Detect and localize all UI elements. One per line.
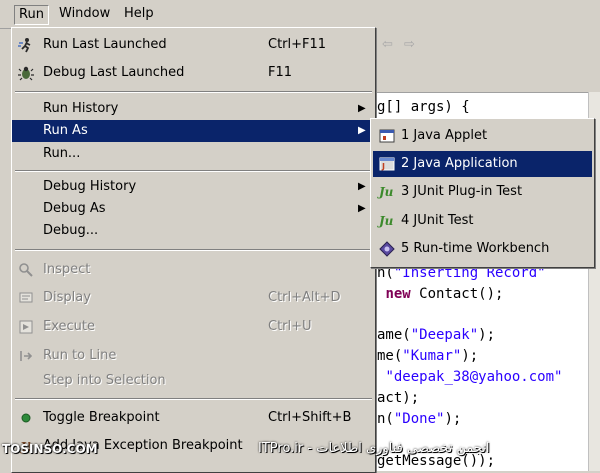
code-line: getMessage());	[377, 453, 496, 469]
submenu-item-java-applet[interactable]: 1 Java Applet	[373, 123, 592, 149]
exception-breakpoint-icon: J!	[18, 438, 34, 454]
menu-separator	[15, 91, 372, 93]
menu-item-run-history[interactable]: Run History ▶	[12, 98, 375, 120]
execute-icon	[18, 319, 34, 335]
menu-run[interactable]: Run	[14, 5, 49, 25]
svg-text:J: J	[381, 162, 385, 171]
menu-item-inspect[interactable]: Inspect	[12, 259, 375, 281]
menu-item-debug-last-launched[interactable]: Debug Last Launched F11	[12, 62, 375, 84]
run-menu: Run Last Launched Ctrl+F11 Debug Last La…	[11, 27, 376, 473]
menu-item-debug-history[interactable]: Debug History ▶	[12, 176, 375, 198]
run-to-line-icon	[18, 348, 34, 364]
back-arrow-icon[interactable]: ⇦	[382, 37, 393, 52]
run-as-submenu: 1 Java Applet J 2 Java Application Ju 3 …	[370, 118, 595, 268]
menu-item-execute[interactable]: Execute Ctrl+U	[12, 316, 375, 338]
submenu-item-junit-plugin-test[interactable]: Ju 3 JUnit Plug-in Test	[373, 179, 592, 205]
code-line: act);	[377, 390, 420, 406]
menu-item-display[interactable]: Display Ctrl+Alt+D	[12, 287, 375, 309]
menu-item-debug-as[interactable]: Debug As ▶	[12, 198, 375, 220]
menu-separator	[15, 170, 372, 172]
toolbar: ⇦ ⇨	[376, 28, 600, 65]
editor-tabstrip	[377, 64, 600, 93]
debug-bug-icon	[18, 65, 34, 81]
svg-text:J!: J!	[20, 440, 32, 454]
junit-plugin-icon: Ju	[379, 185, 394, 199]
breakpoint-dot-icon	[18, 410, 34, 426]
menu-bar: Run Window Help	[0, 0, 600, 29]
code-line: new Contact();	[385, 286, 504, 302]
submenu-item-junit-test[interactable]: Ju 4 JUnit Test	[373, 208, 592, 234]
code-line: g[] args) {	[377, 99, 470, 115]
submenu-item-runtime-workbench[interactable]: 5 Run-time Workbench	[373, 236, 592, 262]
menu-item-run-to-line[interactable]: Run to Line	[12, 345, 375, 367]
menu-item-step-into-selection[interactable]: Step into Selection	[12, 370, 375, 392]
code-line: "deepak_38@yahoo.com"	[385, 369, 563, 385]
menu-separator	[15, 398, 372, 400]
submenu-arrow-icon: ▶	[358, 103, 366, 114]
java-application-icon: J	[379, 156, 395, 172]
submenu-item-java-application[interactable]: J 2 Java Application	[373, 151, 592, 177]
menu-item-run-as[interactable]: Run As ▶	[12, 120, 375, 142]
submenu-arrow-icon: ▶	[358, 203, 366, 214]
menu-item-run-last-launched[interactable]: Run Last Launched Ctrl+F11	[12, 34, 375, 56]
inspect-magnifier-icon	[18, 262, 34, 278]
submenu-arrow-icon: ▶	[358, 181, 366, 192]
run-running-man-icon	[18, 37, 34, 53]
menu-help[interactable]: Help	[120, 5, 158, 23]
code-line: n("Done");	[377, 411, 462, 427]
menu-item-debug-dialog[interactable]: Debug...	[12, 220, 375, 242]
menu-item-add-java-exception-breakpoint[interactable]: J! Add Java Exception Breakpoint	[12, 435, 375, 457]
menu-separator	[15, 249, 372, 251]
submenu-arrow-icon: ▶	[358, 125, 366, 136]
workbench-icon	[379, 241, 395, 257]
menu-item-toggle-breakpoint[interactable]: Toggle Breakpoint Ctrl+Shift+B	[12, 407, 375, 429]
code-line: me("Kumar");	[377, 348, 479, 364]
menu-item-run-dialog[interactable]: Run...	[12, 143, 375, 165]
java-applet-icon	[379, 128, 395, 144]
junit-icon: Ju	[379, 214, 394, 228]
menu-window[interactable]: Window	[55, 5, 114, 23]
code-line: ame("Deepak");	[377, 327, 496, 343]
forward-arrow-icon[interactable]: ⇨	[404, 37, 415, 52]
display-icon	[18, 290, 34, 306]
